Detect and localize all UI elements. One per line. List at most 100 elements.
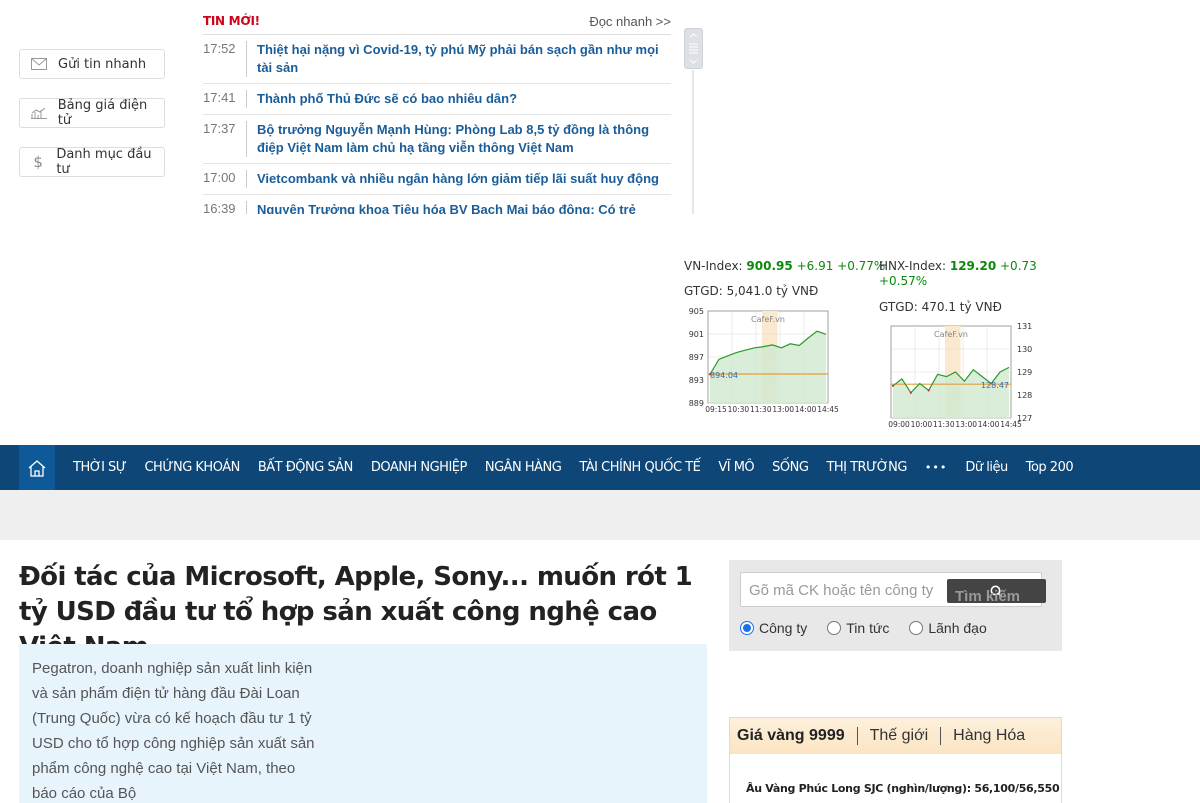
radio-dot[interactable] <box>827 621 842 635</box>
tab-gold-9999[interactable]: Giá vàng 9999 <box>730 727 857 745</box>
nav-item-thi-truong[interactable]: THỊ TRƯỜNG <box>826 460 907 475</box>
nav-more-button[interactable]: ••• <box>925 461 947 474</box>
portfolio-button[interactable]: $ Danh mục đầu tư <box>19 147 165 177</box>
gold-price-widget: Giá vàng 9999 Thế giới Hàng Hóa Âu Vàng … <box>729 717 1062 803</box>
send-news-button[interactable]: Gửi tin nhanh <box>19 49 165 79</box>
hnx-index-value: 129.20 <box>949 259 997 273</box>
ticker-headline[interactable]: Bộ trưởng Nguyễn Mạnh Hùng: Phòng Lab 8,… <box>246 121 671 157</box>
vn-index-label: VN-Index: <box>684 259 743 273</box>
ticker-title: TIN MỚI! <box>203 14 260 28</box>
price-board-button[interactable]: Bảng giá điện tử <box>19 98 165 128</box>
nav-item-ngan-hang[interactable]: NGÂN HÀNG <box>485 460 562 475</box>
ticker-item[interactable]: 17:37 Bộ trưởng Nguyễn Mạnh Hùng: Phòng L… <box>203 115 671 164</box>
reference-label: 128.47 <box>981 381 1009 390</box>
search-button-label: Tìm kiếm <box>955 588 1021 605</box>
radio-company[interactable]: Công ty <box>740 620 807 636</box>
chart-watermark: CafeF.vn <box>934 330 968 339</box>
gold-tabs: Giá vàng 9999 Thế giới Hàng Hóa <box>730 718 1061 754</box>
nav-item-chung-khoan[interactable]: CHỨNG KHOÁN <box>144 460 240 475</box>
x-tick-label: 09:15 <box>705 405 727 414</box>
below-ref-point <box>909 391 912 394</box>
search-placeholder: Gõ mã CK hoặc tên công ty <box>749 582 934 599</box>
article-sapo: Pegatron, doanh nghiệp sản xuất linh kiệ… <box>32 660 315 802</box>
chart-watermark: CafeF.vn <box>751 315 785 324</box>
dollar-icon: $ <box>33 153 43 171</box>
ticker-time: 16:39 <box>203 201 236 214</box>
vn-index-line[interactable]: VN-Index: 900.95 +6.91 +0.77% <box>684 259 885 273</box>
read-fast-link[interactable]: Đọc nhanh >> <box>589 14 671 29</box>
article-sapo-box: Pegatron, doanh nghiệp sản xuất linh kiệ… <box>19 644 707 803</box>
radio-company-label: Công ty <box>759 620 808 636</box>
ticker-time: 17:00 <box>203 170 236 185</box>
nav-item-top-200[interactable]: Top 200 <box>1026 460 1074 475</box>
ticker-headline[interactable]: Thiệt hại nặng vì Covid-19, tỷ phú Mỹ ph… <box>246 41 671 77</box>
y-tick-label: 129 <box>1017 368 1032 377</box>
x-tick-label: 14:45 <box>817 405 839 414</box>
y-tick-label: 130 <box>1017 345 1032 354</box>
hnx-index-change: +0.73 <box>1000 259 1037 273</box>
ticker-header: TIN MỚI! Đọc nhanh >> <box>203 11 671 31</box>
radio-dot[interactable] <box>909 621 924 635</box>
y-tick-label: 128 <box>1017 391 1032 400</box>
nav-item-doanh-nghiep[interactable]: DOANH NGHIỆP <box>371 460 468 475</box>
send-news-label: Gửi tin nhanh <box>58 56 147 72</box>
x-tick-label: 11:30 <box>933 420 955 429</box>
x-tick-label: 14:00 <box>978 420 1000 429</box>
vn-gtgd: GTGD: 5,041.0 tỷ VNĐ <box>684 284 819 298</box>
ticker-scrollbar[interactable] <box>684 28 703 69</box>
hnx-index-change-pct: +0.57% <box>879 274 928 288</box>
ticker-item[interactable]: 17:52 Thiệt hại nặng vì Covid-19, tỷ phú … <box>203 35 671 84</box>
nav-item-thoi-su[interactable]: THỜI SỰ <box>73 460 127 475</box>
gold-price-row: Âu Vàng Phúc Long SJC (nghìn/lượng): 56,… <box>746 782 1060 795</box>
price-board-label: Bảng giá điện tử <box>57 98 148 128</box>
radio-dot[interactable] <box>740 621 754 635</box>
x-tick-label: 10:30 <box>728 405 750 414</box>
chart-icon <box>20 107 58 119</box>
y-tick-label: 889 <box>689 399 704 408</box>
x-tick-label: 13:00 <box>772 405 794 414</box>
ticker-item[interactable]: 16:39 Nguyên Trưởng khoa Tiêu hóa BV Bạch… <box>203 195 671 214</box>
x-tick-label: 14:00 <box>795 405 817 414</box>
y-tick-label: 901 <box>689 330 704 339</box>
x-tick-label: 09:00 <box>888 420 910 429</box>
radio-leaders[interactable]: Lãnh đạo <box>909 620 987 636</box>
nav-item-vi-mo[interactable]: VĨ MÔ <box>718 460 754 475</box>
ticker-time: 17:52 <box>203 41 236 56</box>
ticker-time: 17:41 <box>203 90 236 105</box>
ticker-list[interactable]: 17:52 Thiệt hại nặng vì Covid-19, tỷ phú … <box>203 34 671 214</box>
hnx-index-line[interactable]: HNX-Index: 129.20 +0.73 +0.57% <box>879 259 1049 289</box>
home-button[interactable] <box>19 445 55 490</box>
ad-strip <box>0 490 1200 540</box>
x-tick-label: 11:30 <box>750 405 772 414</box>
tab-commodities[interactable]: Hàng Hóa <box>940 727 1037 745</box>
home-icon <box>28 459 46 477</box>
nav-item-du-lieu[interactable]: Dữ liệu <box>965 460 1008 475</box>
ticker-item[interactable]: 17:00 Vietcombank và nhiều ngân hàng lớn … <box>203 164 671 195</box>
reference-label: 894.04 <box>710 371 738 380</box>
x-tick-label: 10:00 <box>911 420 933 429</box>
radio-news-label: Tin tức <box>846 620 890 636</box>
y-tick-label: 897 <box>689 353 704 362</box>
radio-news[interactable]: Tin tức <box>827 620 889 636</box>
search-type-options: Công ty Tin tức Lãnh đạo <box>740 620 1007 636</box>
hnx-index-label: HNX-Index: <box>879 259 947 273</box>
tab-world[interactable]: Thế giới <box>856 727 941 745</box>
below-ref-point <box>927 389 930 392</box>
vn-index-change: +6.91 +0.77% <box>796 259 886 273</box>
stock-search-box: Gõ mã CK hoặc tên công ty Tìm kiếm Công … <box>729 560 1062 651</box>
x-tick-label: 13:00 <box>955 420 977 429</box>
nav-item-bat-dong-san[interactable]: BẤT ĐỘNG SẢN <box>258 460 354 475</box>
nav-item-tai-chinh-quoc-te[interactable]: TÀI CHÍNH QUỐC TẾ <box>579 460 700 475</box>
vn-index-value: 900.95 <box>746 259 793 273</box>
ticker-item[interactable]: 17:41 Thành phố Thủ Đức sẽ có bao nhiêu d… <box>203 84 671 115</box>
ticker-headline[interactable]: Vietcombank và nhiều ngân hàng lớn giảm … <box>246 170 671 188</box>
radio-leaders-label: Lãnh đạo <box>928 620 987 636</box>
ticker-headline[interactable]: Nguyên Trưởng khoa Tiêu hóa BV Bạch Mai … <box>246 201 671 214</box>
nav-item-song[interactable]: SỐNG <box>772 460 809 475</box>
ticker-scroll-track <box>692 70 694 214</box>
stock-search-input[interactable]: Gõ mã CK hoặc tên công ty Tìm kiếm <box>740 572 1046 607</box>
ticker-headline[interactable]: Thành phố Thủ Đức sẽ có bao nhiêu dân? <box>246 90 671 108</box>
hnx-index-chart[interactable]: CafeF.vn128.4713113012912812709:00 10:00 1… <box>876 318 1046 438</box>
vn-index-chart[interactable]: CafeF.vn894.0490590189789388909:15 10:30 1… <box>680 303 850 423</box>
search-button[interactable]: Tìm kiếm <box>947 579 1046 605</box>
